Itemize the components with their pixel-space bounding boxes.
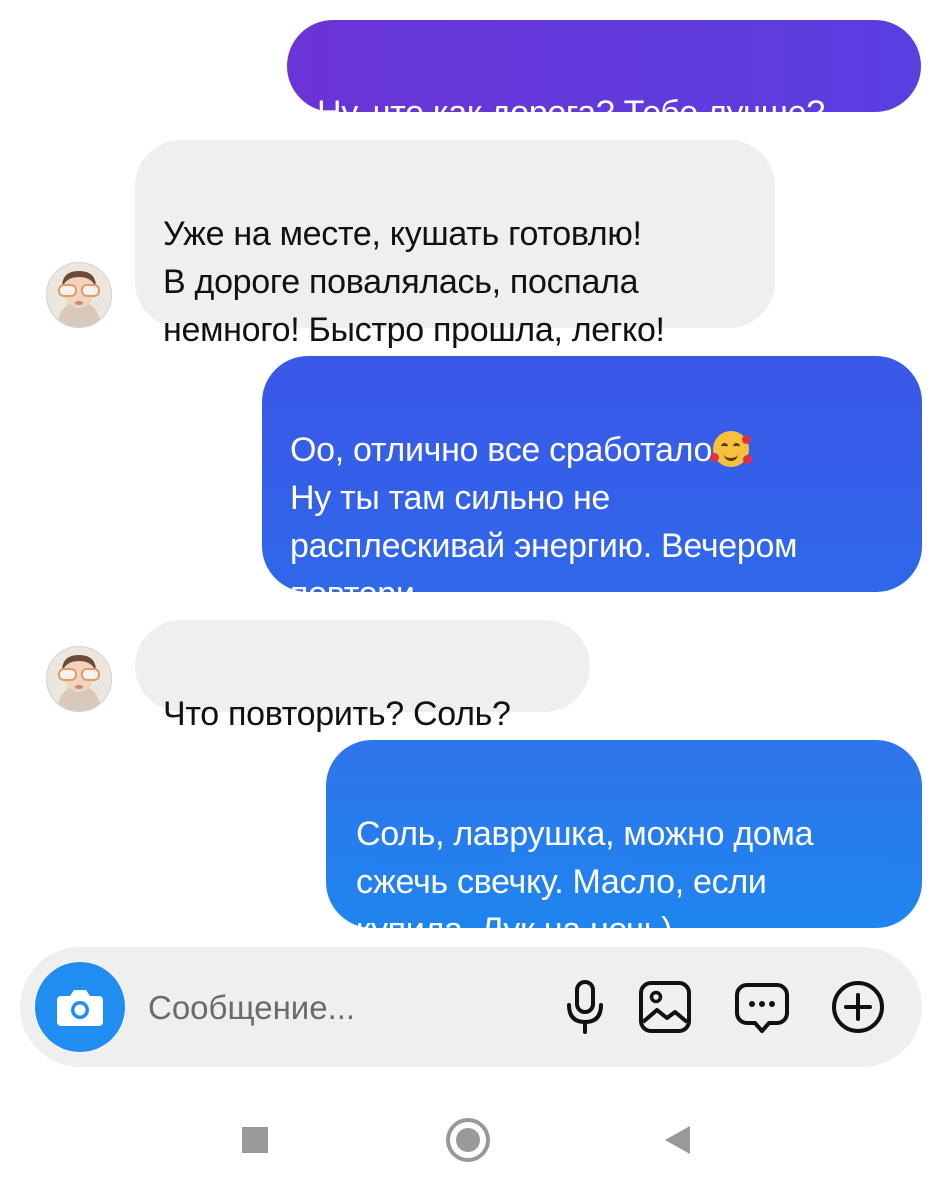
camera-button[interactable] bbox=[35, 962, 125, 1052]
sticker-icon bbox=[735, 983, 789, 1033]
incoming-message[interactable]: Что повторить? Соль? bbox=[135, 620, 590, 733]
outgoing-message[interactable]: Оо, отлично все сработало Ну ты там силь… bbox=[262, 356, 922, 613]
message-text: Ну, что как дорога? Тебе лучше? bbox=[317, 94, 825, 132]
contact-avatar[interactable] bbox=[46, 262, 112, 328]
add-icon bbox=[832, 981, 884, 1033]
home-button[interactable] bbox=[444, 1116, 492, 1164]
back-button[interactable] bbox=[660, 1123, 694, 1157]
camera-icon bbox=[57, 990, 103, 1026]
recents-button[interactable] bbox=[240, 1125, 270, 1155]
incoming-message[interactable]: Уже на месте, кушать готовлю! В дороге п… bbox=[135, 140, 775, 349]
message-text: Соль, лаврушка, можно дома сжечь свечку.… bbox=[356, 815, 814, 949]
contact-avatar[interactable] bbox=[46, 646, 112, 712]
outgoing-message[interactable]: Соль, лаврушка, можно дома сжечь свечку.… bbox=[326, 740, 922, 949]
recents-icon bbox=[242, 1127, 268, 1153]
gallery-button[interactable] bbox=[630, 972, 700, 1042]
outgoing-message[interactable]: Ну, что как дорога? Тебе лучше? bbox=[287, 20, 921, 132]
avatar-image bbox=[47, 263, 111, 327]
message-text: Уже на месте, кушать готовлю! В дороге п… bbox=[163, 215, 665, 349]
message-composer bbox=[20, 947, 922, 1067]
message-text: Оо, отлично все сработало bbox=[290, 431, 713, 469]
system-navigation-bar bbox=[0, 1080, 942, 1200]
message-text: Что повторить? Соль? bbox=[163, 695, 511, 733]
message-input[interactable] bbox=[146, 983, 510, 1033]
home-icon bbox=[446, 1118, 490, 1162]
microphone-button[interactable] bbox=[550, 972, 620, 1042]
back-icon bbox=[665, 1126, 690, 1154]
microphone-icon bbox=[567, 980, 603, 1034]
add-button[interactable] bbox=[823, 972, 893, 1042]
message-text-continued: Ну ты там сильно не расплескивай энергию… bbox=[290, 479, 798, 613]
gallery-icon bbox=[639, 981, 691, 1033]
avatar-image bbox=[47, 647, 111, 711]
sticker-button[interactable] bbox=[727, 972, 797, 1042]
smiling-face-with-hearts-icon bbox=[710, 431, 753, 467]
